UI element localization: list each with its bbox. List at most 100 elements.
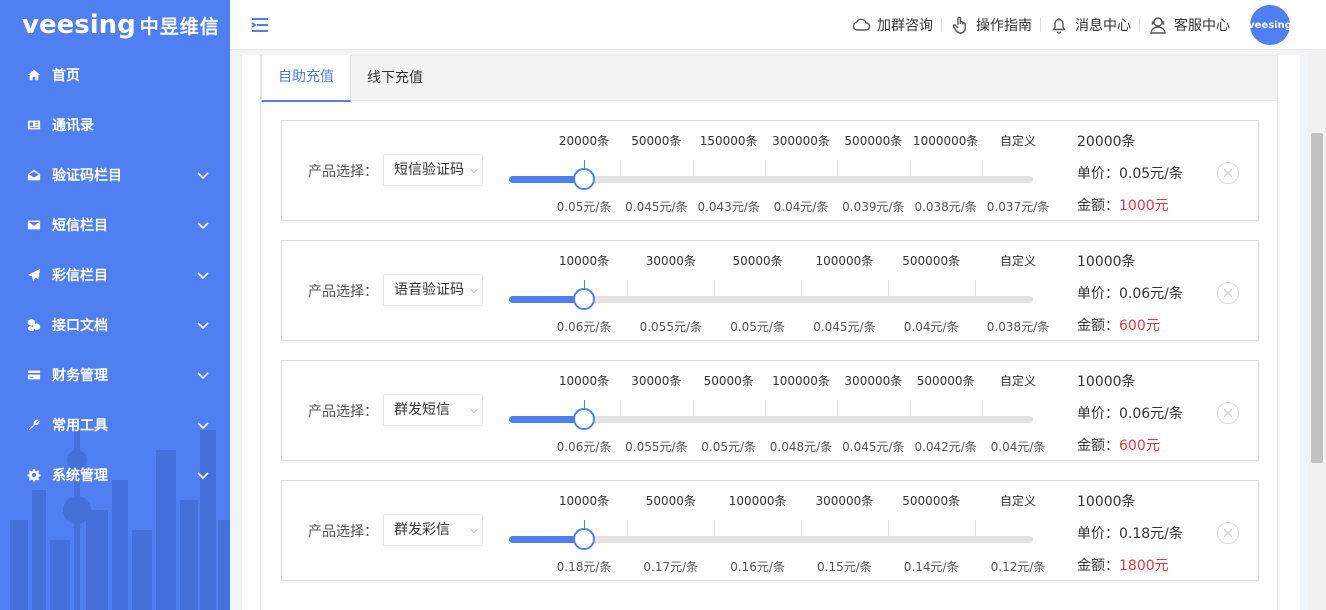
slider-handle[interactable] bbox=[573, 408, 595, 430]
product-select[interactable]: 短信验证码 bbox=[383, 154, 483, 186]
close-icon[interactable] bbox=[1217, 282, 1239, 304]
avatar-text: veesing bbox=[1248, 19, 1292, 31]
quantity-option[interactable]: 10000条 bbox=[559, 492, 609, 509]
sidebar-item-sms[interactable]: 短信栏目 bbox=[0, 200, 230, 250]
quantity-option[interactable]: 自定义 bbox=[1000, 492, 1036, 509]
slider-tick bbox=[714, 520, 716, 537]
sidebar-item-label: 验证码栏目 bbox=[52, 168, 122, 184]
slider-tick bbox=[981, 400, 983, 417]
quantity-option[interactable]: 500000条 bbox=[844, 132, 902, 149]
amount-label: 金额： bbox=[1077, 318, 1119, 334]
chevron-down-icon bbox=[196, 368, 210, 382]
quantity-slider[interactable]: 10000条 0.18元/条 50000条 0.17元/条 100000条 0.16元/条… bbox=[509, 481, 1045, 582]
sidebar-item-api-docs[interactable]: 接口文档 bbox=[0, 300, 230, 350]
slider-handle[interactable] bbox=[573, 288, 595, 310]
slider-tick bbox=[981, 160, 983, 177]
quantity-option[interactable]: 30000条 bbox=[646, 252, 696, 269]
brand-name-cn: 中昱维信 bbox=[139, 15, 220, 38]
quantity-option[interactable]: 30000条 bbox=[631, 372, 681, 389]
chevron-down-icon bbox=[196, 268, 210, 282]
product-select[interactable]: 语音验证码 bbox=[383, 274, 483, 306]
menu-toggle-icon[interactable] bbox=[250, 15, 270, 35]
header-link-guide[interactable]: 操作指南 bbox=[942, 15, 1040, 35]
quantity-option[interactable]: 50000条 bbox=[646, 492, 696, 509]
tier-price: 0.04元/条 bbox=[990, 440, 1046, 454]
product-select[interactable]: 群发彩信 bbox=[383, 514, 483, 546]
quantity-option[interactable]: 100000条 bbox=[729, 492, 787, 509]
quantity-option[interactable]: 300000条 bbox=[815, 492, 873, 509]
hand-pointer-icon bbox=[952, 16, 966, 34]
slider-tick bbox=[620, 160, 622, 177]
tab-self-recharge[interactable]: 自助充值 bbox=[261, 55, 351, 102]
page-scrollbar[interactable] bbox=[1308, 50, 1326, 610]
home-icon bbox=[26, 67, 42, 83]
recharge-tabs: 自助充值 线下充值 bbox=[260, 55, 1278, 102]
amount-value: 1000元 bbox=[1119, 198, 1169, 214]
quantity-option[interactable]: 300000条 bbox=[844, 372, 902, 389]
sidebar-item-label: 彩信栏目 bbox=[52, 268, 108, 284]
close-icon[interactable] bbox=[1217, 162, 1239, 184]
tab-offline-recharge[interactable]: 线下充值 bbox=[351, 56, 439, 102]
recharge-card: 产品选择： 群发短信 10000条 0.06元/条 30000条 0.055元/条 5000… bbox=[281, 360, 1259, 461]
quantity-option[interactable]: 1000000条 bbox=[913, 132, 978, 149]
quantity-slider[interactable]: 20000条 0.05元/条 50000条 0.045元/条 150000条 0.043元… bbox=[509, 121, 1049, 222]
sidebar-menu: 首页 通讯录 验证码栏目 短信栏目 彩信栏目 接口文档 财务管理 常用工具 系统… bbox=[0, 50, 230, 500]
sidebar-item-system[interactable]: 系统管理 bbox=[0, 450, 230, 500]
scrollbar-thumb[interactable] bbox=[1311, 133, 1323, 463]
quantity-option[interactable]: 50000条 bbox=[631, 132, 681, 149]
slider-handle[interactable] bbox=[573, 528, 595, 550]
close-icon[interactable] bbox=[1217, 522, 1239, 544]
slider-tick bbox=[627, 280, 629, 297]
sidebar-item-mms[interactable]: 彩信栏目 bbox=[0, 250, 230, 300]
quantity-option[interactable]: 10000条 bbox=[559, 372, 609, 389]
quantity-option[interactable]: 500000条 bbox=[917, 372, 975, 389]
quantity-option[interactable]: 50000条 bbox=[704, 372, 754, 389]
tier-price: 0.04元/条 bbox=[773, 200, 829, 214]
product-select[interactable]: 群发短信 bbox=[383, 394, 483, 426]
header-link-messages[interactable]: 消息中心 bbox=[1041, 15, 1139, 35]
quantity-option[interactable]: 100000条 bbox=[815, 252, 873, 269]
quantity-option[interactable]: 100000条 bbox=[772, 372, 830, 389]
quantity-option[interactable]: 150000条 bbox=[700, 132, 758, 149]
unit-price: 单价：0.06元/条 bbox=[1077, 286, 1183, 302]
quantity-option[interactable]: 500000条 bbox=[902, 492, 960, 509]
header-link-support[interactable]: 客服中心 bbox=[1140, 15, 1238, 35]
slider-tick bbox=[974, 280, 976, 297]
user-avatar[interactable]: veesing bbox=[1248, 5, 1292, 45]
recharge-content: 产品选择： 短信验证码 20000条 0.05元/条 50000条 0.045元/条 150… bbox=[260, 101, 1278, 610]
header-link-group-consult[interactable]: 加群咨询 bbox=[843, 15, 941, 35]
quantity-option[interactable]: 自定义 bbox=[1000, 132, 1036, 149]
amount-label: 金额： bbox=[1077, 198, 1119, 214]
quantity-option[interactable]: 自定义 bbox=[1000, 252, 1036, 269]
quantity-option[interactable]: 50000条 bbox=[733, 252, 783, 269]
slider-handle[interactable] bbox=[573, 168, 595, 190]
header-link-label: 操作指南 bbox=[976, 18, 1032, 34]
sidebar-item-home[interactable]: 首页 bbox=[0, 50, 230, 100]
envelope-icon bbox=[26, 217, 42, 233]
sidebar-item-tools[interactable]: 常用工具 bbox=[0, 400, 230, 450]
product-select-label: 产品选择： bbox=[308, 524, 378, 540]
slider-tick bbox=[801, 520, 802, 537]
quantity-option[interactable]: 20000条 bbox=[559, 132, 609, 149]
brand-logo[interactable]: veesing 中昱维信 bbox=[0, 0, 230, 50]
selected-quantity: 10000条 bbox=[1077, 374, 1136, 390]
sidebar-item-finance[interactable]: 财务管理 bbox=[0, 350, 230, 400]
contact-card-icon bbox=[26, 117, 42, 133]
quantity-option[interactable]: 自定义 bbox=[1000, 372, 1036, 389]
tier-price: 0.04元/条 bbox=[903, 320, 959, 334]
header-link-label: 消息中心 bbox=[1075, 18, 1131, 34]
sidebar-item-verification[interactable]: 验证码栏目 bbox=[0, 150, 230, 200]
quantity-option[interactable]: 300000条 bbox=[772, 132, 830, 149]
quantity-slider[interactable]: 10000条 0.06元/条 30000条 0.055元/条 50000条 0.05元/条… bbox=[509, 361, 1045, 462]
quantity-slider[interactable]: 10000条 0.06元/条 30000条 0.055元/条 50000条 0.05元/条… bbox=[509, 241, 1049, 342]
product-select-label: 产品选择： bbox=[308, 404, 378, 420]
sidebar-item-contacts[interactable]: 通讯录 bbox=[0, 100, 230, 150]
tier-price: 0.12元/条 bbox=[990, 560, 1046, 574]
quantity-option[interactable]: 500000条 bbox=[902, 252, 960, 269]
recharge-card: 产品选择： 群发彩信 10000条 0.18元/条 50000条 0.17元/条 10000… bbox=[281, 480, 1259, 581]
total-amount: 金额：600元 bbox=[1077, 435, 1160, 455]
selected-quantity: 10000条 bbox=[1077, 254, 1136, 270]
close-icon[interactable] bbox=[1217, 402, 1239, 424]
quantity-option[interactable]: 10000条 bbox=[559, 252, 609, 269]
main-panel: 自助充值 线下充值 产品选择： 短信验证码 20000条 0.05元/条 50000条 0… bbox=[242, 55, 1300, 610]
